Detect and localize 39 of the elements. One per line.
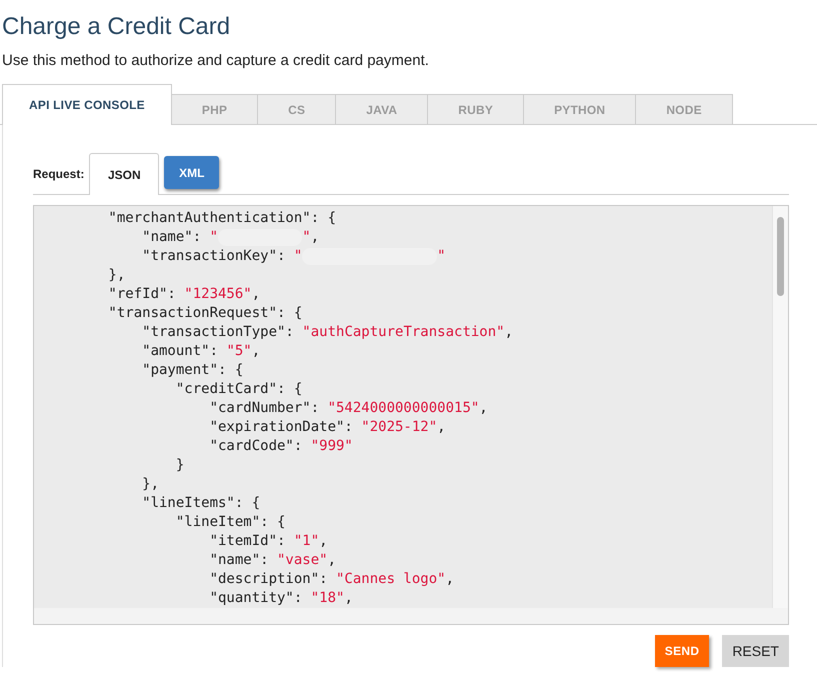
code-line: "itemId": "1", bbox=[210, 532, 328, 551]
code-line: }, bbox=[108, 266, 126, 285]
code-line: "merchantAuthentication": { bbox=[108, 209, 336, 228]
code-line: "description": "Cannes logo", bbox=[210, 570, 454, 589]
page-title: Charge a Credit Card bbox=[2, 12, 232, 42]
language-tab[interactable]: API LIVE CONSOLE bbox=[2, 84, 172, 125]
code-line: "payment": { bbox=[142, 361, 244, 380]
code-line: "name": " bbox=[142, 228, 218, 247]
code-text: " bbox=[437, 247, 446, 266]
code-line: "transactionKey": " bbox=[142, 247, 302, 266]
scrollbar-thumb[interactable] bbox=[777, 217, 784, 296]
format-tab[interactable]: JSON bbox=[89, 153, 160, 195]
request-label: Request: bbox=[33, 166, 84, 183]
code-line: "lineItem": { bbox=[176, 513, 286, 532]
language-tab[interactable]: PYTHON bbox=[523, 94, 636, 124]
code-line: } bbox=[176, 456, 184, 475]
code-line: "name": "vase", bbox=[210, 551, 336, 570]
code-line: "quantity": "18", bbox=[210, 589, 353, 608]
code-line: }, bbox=[142, 475, 159, 494]
code-line: "transactionType": "authCaptureTransaction", bbox=[142, 323, 514, 342]
send-button[interactable]: SEND bbox=[654, 635, 710, 667]
code-line: "cardNumber": "5424000000000015", bbox=[210, 399, 488, 418]
code-editor[interactable] bbox=[33, 205, 789, 625]
code-text: ", bbox=[302, 228, 320, 247]
language-tab[interactable]: RUBY bbox=[427, 94, 524, 124]
format-tab[interactable]: XML bbox=[164, 156, 220, 189]
code-line: "expirationDate": "2025-12", bbox=[210, 418, 446, 437]
language-tab[interactable]: NODE bbox=[635, 94, 733, 124]
code-line: "creditCard": { bbox=[176, 380, 302, 399]
page-description: Use this method to authorize and capture a credit card payment. bbox=[2, 51, 430, 71]
code-line: "transactionRequest": { bbox=[108, 304, 302, 323]
language-tab[interactable]: JAVA bbox=[335, 94, 428, 124]
code-line: "lineItems": { bbox=[142, 494, 260, 513]
language-tab[interactable]: PHP bbox=[170, 94, 258, 124]
code-line: "cardCode": "999" bbox=[210, 437, 353, 456]
language-tab[interactable]: CS bbox=[257, 94, 336, 124]
code-line: "refId": "123456", bbox=[108, 285, 260, 304]
reset-button[interactable]: RESET bbox=[722, 635, 789, 667]
code-line: "amount": "5", bbox=[142, 342, 260, 361]
